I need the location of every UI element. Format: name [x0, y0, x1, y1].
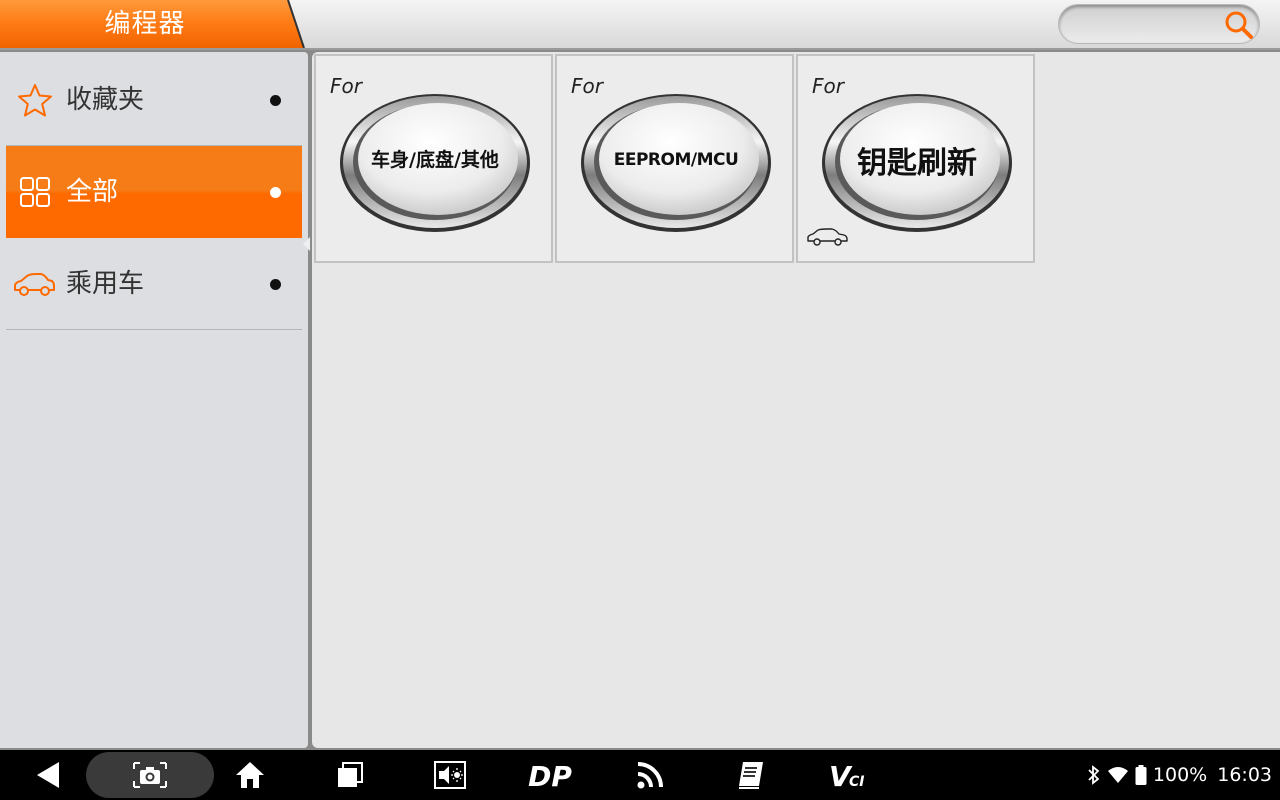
clock: 16:03: [1217, 764, 1272, 786]
tile-label: 车身/底盘/其他: [371, 148, 499, 171]
volume-brightness-button[interactable]: [428, 750, 472, 800]
sidebar-item-passenger-car[interactable]: 乘用车: [6, 238, 302, 330]
back-icon: [37, 762, 59, 788]
sidebar-item-favorites[interactable]: 收藏夹: [6, 54, 302, 146]
function-tile-eeprom-mcu[interactable]: For EEPROM/MCU: [555, 54, 794, 263]
function-tile-key-refresh[interactable]: For 钥匙刷新: [796, 54, 1035, 263]
title-tab: 编程器: [0, 0, 310, 48]
vci-icon: V CI: [829, 760, 864, 790]
home-icon: [236, 762, 264, 788]
vci-button[interactable]: V CI: [822, 750, 878, 800]
svg-text:CI: CI: [849, 774, 864, 790]
tile-label: 钥匙刷新: [857, 146, 977, 181]
sidebar-item-dot: [270, 95, 281, 106]
recent-apps-icon: [338, 762, 363, 787]
sidebar-item-label: 乘用车: [66, 269, 145, 299]
function-tile-body-chassis[interactable]: For 车身/底盘/其他: [314, 54, 553, 263]
status-area: 100% 16:03: [1087, 750, 1272, 800]
dp-button[interactable]: DP: [522, 750, 578, 800]
screenshot-button[interactable]: [86, 752, 214, 798]
manual-button[interactable]: [728, 750, 772, 800]
sidebar-item-all[interactable]: 全部: [6, 146, 302, 238]
volume-brightness-icon: [434, 761, 466, 789]
grid-icon: [20, 177, 50, 207]
rss-button[interactable]: [628, 750, 672, 800]
manual-icon: [739, 762, 763, 789]
search-input[interactable]: [1073, 11, 1213, 37]
page-title: 编程器: [104, 9, 186, 39]
search-box[interactable]: [1058, 4, 1260, 44]
rss-icon: [637, 762, 663, 789]
home-button[interactable]: [228, 750, 272, 800]
category-sidebar: 收藏夹 全部 乘用车: [0, 52, 310, 748]
screenshot-icon: [133, 762, 167, 788]
battery-level: 100%: [1152, 764, 1208, 786]
car-icon: [807, 228, 848, 246]
sidebar-item-label: 全部: [66, 177, 119, 207]
sidebar-item-dot: [270, 187, 281, 198]
recent-apps-button[interactable]: [328, 750, 372, 800]
star-icon: [18, 84, 52, 117]
svg-text:DP: DP: [528, 760, 572, 790]
sidebar-item-dot: [270, 279, 281, 290]
system-nav-bar: DP V CI 100% 16:03: [0, 750, 1280, 800]
top-header: 编程器: [0, 0, 1280, 50]
sidebar-item-label: 收藏夹: [66, 85, 145, 115]
divider: [6, 329, 302, 330]
search-icon[interactable]: [1223, 9, 1255, 41]
tile-label: EEPROM/MCU: [613, 150, 739, 170]
back-button[interactable]: [22, 750, 74, 800]
car-icon: [14, 273, 55, 296]
battery-icon: [1135, 765, 1147, 785]
dp-icon: DP: [528, 760, 572, 790]
function-grid: For 车身/底盘/其他 For EEPROM/MCU For 钥匙刷新: [312, 52, 1280, 748]
bluetooth-icon: [1088, 765, 1100, 785]
active-caret: [303, 237, 310, 251]
wifi-icon: [1107, 767, 1128, 783]
